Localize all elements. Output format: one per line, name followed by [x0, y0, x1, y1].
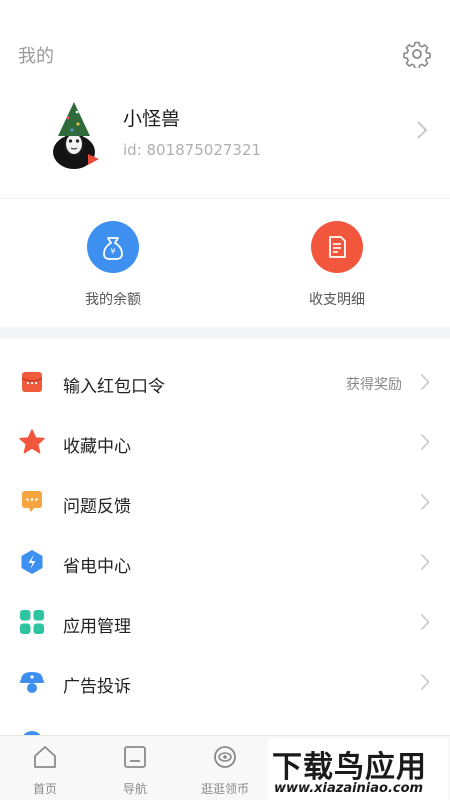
menu-label: 广告投诉	[63, 677, 131, 697]
navigation-icon	[124, 746, 146, 768]
chevron-right-icon	[420, 613, 430, 631]
bill-detail-label: 收支明细	[309, 292, 365, 308]
complaint-icon	[20, 672, 44, 693]
chevron-right-icon	[420, 433, 430, 451]
profile-nickname: 小怪兽	[123, 108, 181, 130]
bill-detail-button[interactable]: 收支明细	[267, 221, 407, 309]
menu-item-power-save[interactable]: 省电中心	[0, 532, 450, 592]
balance-button[interactable]: ¥ 我的余额	[43, 221, 183, 309]
red-envelope-icon	[21, 372, 43, 392]
watermark: 下载鸟应用 www.xiazainiao.com	[268, 738, 448, 800]
coin-icon	[214, 746, 236, 768]
quick-actions: ¥ 我的余额 收支明细	[0, 199, 450, 327]
tab-coins[interactable]: 逛逛领币	[180, 744, 270, 797]
power-save-icon	[21, 550, 43, 574]
app-grid-icon	[20, 610, 44, 634]
tab-navigation[interactable]: 导航	[90, 744, 180, 797]
watermark-title: 下载鸟应用	[272, 750, 427, 785]
svg-text:¥: ¥	[110, 247, 115, 256]
profile-id: id: 801875027321	[123, 141, 262, 159]
chevron-right-icon	[420, 673, 430, 691]
menu-item-feedback[interactable]: 问题反馈	[0, 472, 450, 532]
menu-item-app-management[interactable]: 应用管理	[0, 592, 450, 652]
bill-icon	[311, 221, 363, 273]
tab-label: 首页	[32, 782, 57, 796]
menu-label: 应用管理	[63, 617, 131, 637]
menu-item-red-envelope[interactable]: 输入红包口令 获得奖励	[0, 352, 450, 412]
star-icon	[19, 429, 45, 454]
chevron-right-icon	[420, 553, 430, 571]
section-gap	[0, 327, 450, 339]
chevron-right-icon	[417, 121, 428, 139]
avatar[interactable]	[44, 100, 102, 170]
menu-label: 省电中心	[63, 557, 131, 577]
profile-card[interactable]: 小怪兽 id: 801875027321	[0, 90, 450, 198]
tab-label: 逛逛领币	[200, 782, 249, 796]
menu-label: 收藏中心	[63, 437, 131, 457]
tab-home[interactable]: 首页	[0, 744, 90, 797]
gear-icon[interactable]	[403, 40, 431, 68]
chevron-right-icon	[420, 373, 430, 391]
menu-label: 输入红包口令	[63, 377, 165, 397]
feedback-icon	[22, 491, 42, 512]
wallet-icon: ¥	[87, 221, 139, 273]
page-title: 我的	[18, 46, 54, 67]
menu-label: 问题反馈	[63, 497, 131, 517]
watermark-url: www.xiazainiao.com	[274, 781, 424, 796]
menu-item-ad-complaint[interactable]: 广告投诉	[0, 652, 450, 712]
balance-label: 我的余额	[85, 292, 141, 308]
menu-item-favorites[interactable]: 收藏中心	[0, 412, 450, 472]
menu-list: 输入红包口令 获得奖励 收藏中心 问题反馈 省电中心 应用管理 广告投诉	[0, 352, 450, 772]
home-icon	[34, 746, 56, 768]
chevron-right-icon	[420, 493, 430, 511]
tab-label: 导航	[122, 782, 147, 796]
menu-extra: 获得奖励	[346, 377, 402, 393]
